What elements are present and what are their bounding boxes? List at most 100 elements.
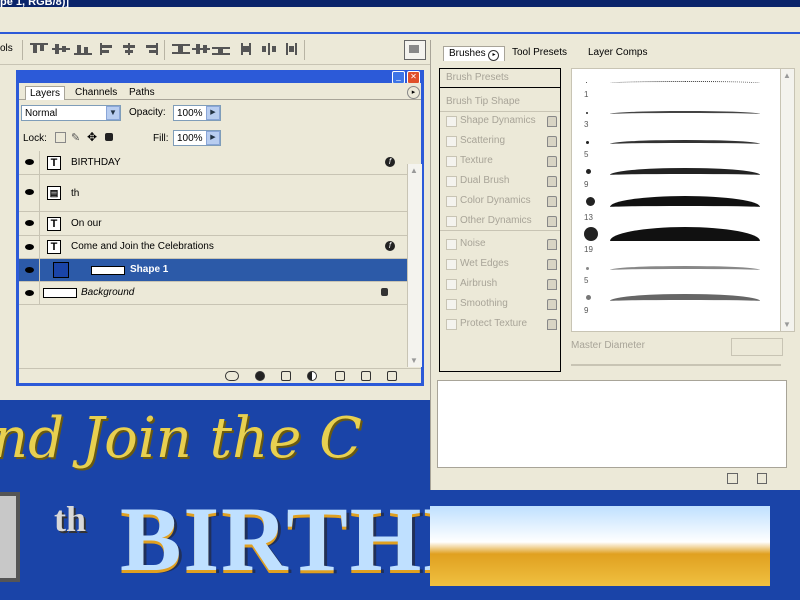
brush-preset[interactable]: 1: [572, 73, 780, 99]
layer-effects-icon[interactable]: f: [385, 157, 395, 167]
brush-preset[interactable]: 5: [572, 259, 780, 285]
layer-row-background[interactable]: Background: [19, 282, 407, 305]
lock-icon[interactable]: [547, 259, 557, 270]
new-brush-icon[interactable]: [727, 473, 738, 484]
layer-row-shape-1[interactable]: Shape 1: [19, 259, 407, 282]
align-top-icon[interactable]: [30, 43, 48, 55]
visibility-eye-icon[interactable]: [21, 151, 40, 174]
lock-all-icon[interactable]: [105, 133, 113, 141]
layer-row-birthday[interactable]: T BIRTHDAY f: [19, 151, 407, 175]
distribute-vcenter-icon[interactable]: [192, 43, 210, 55]
chevron-down-icon[interactable]: ▼: [106, 106, 120, 120]
other-dynamics-item[interactable]: Other Dynamics: [440, 212, 560, 231]
scroll-down-icon[interactable]: ▼: [783, 320, 791, 329]
brush-presets-item[interactable]: Brush Presets: [440, 69, 560, 88]
checkbox[interactable]: [446, 279, 457, 290]
brush-preset[interactable]: 9: [572, 163, 780, 189]
brush-preset[interactable]: 9: [572, 289, 780, 315]
tab-layers[interactable]: Layers: [25, 86, 66, 100]
lock-icon[interactable]: [547, 116, 557, 127]
noise-item[interactable]: Noise: [440, 235, 560, 253]
master-diameter-slider[interactable]: [571, 364, 781, 366]
layer-row-th[interactable]: ▤ th: [19, 175, 407, 212]
chevron-right-icon[interactable]: ▶: [206, 106, 220, 120]
document-canvas-right[interactable]: [430, 490, 800, 600]
checkbox[interactable]: [446, 196, 457, 207]
color-dynamics-item[interactable]: Color Dynamics: [440, 192, 560, 210]
smoothing-item[interactable]: Smoothing: [440, 295, 560, 313]
dual-brush-item[interactable]: Dual Brush: [440, 172, 560, 190]
tab-brushes[interactable]: Brushes ▸: [443, 46, 506, 61]
new-layer-icon[interactable]: [361, 371, 371, 381]
checkbox[interactable]: [446, 176, 457, 187]
layer-row-come-and-join[interactable]: T Come and Join the Celebrations f: [19, 236, 407, 259]
lock-icon[interactable]: [547, 216, 557, 227]
wet-edges-item[interactable]: Wet Edges: [440, 255, 560, 273]
scroll-down-icon[interactable]: ▼: [410, 356, 418, 365]
checkbox[interactable]: [446, 156, 457, 167]
panel-menu-icon[interactable]: ▸: [407, 86, 420, 99]
texture-item[interactable]: Texture: [440, 152, 560, 170]
brush-preset[interactable]: 5: [572, 133, 780, 159]
distribute-left-icon[interactable]: [240, 43, 258, 55]
checkbox[interactable]: [446, 239, 457, 250]
scroll-up-icon[interactable]: ▲: [783, 71, 791, 80]
brush-preset-grid[interactable]: 1 3 5 9 13 19 5 9: [571, 68, 781, 332]
tab-tool-presets[interactable]: Tool Presets: [507, 46, 572, 60]
align-bottom-icon[interactable]: [74, 43, 92, 55]
brush-preset[interactable]: 19: [572, 225, 780, 254]
chevron-right-icon[interactable]: ▶: [206, 131, 220, 145]
distribute-right-icon[interactable]: [280, 43, 298, 55]
tab-layer-comps[interactable]: Layer Comps: [583, 46, 652, 60]
lock-icon[interactable]: [547, 156, 557, 167]
blend-mode-select[interactable]: Normal ▼: [21, 105, 121, 121]
layer-effects-icon[interactable]: f: [385, 241, 395, 251]
lock-icon[interactable]: [547, 176, 557, 187]
checkbox[interactable]: [446, 216, 457, 227]
fill-field[interactable]: 100% ▶: [173, 130, 221, 146]
distribute-hcenter-icon[interactable]: [260, 43, 278, 55]
scattering-item[interactable]: Scattering: [440, 132, 560, 150]
checkbox[interactable]: [446, 136, 457, 147]
protect-texture-item[interactable]: Protect Texture: [440, 315, 560, 333]
airbrush-item[interactable]: Airbrush: [440, 275, 560, 293]
add-style-icon[interactable]: [255, 371, 265, 381]
align-hcenter-icon[interactable]: [120, 43, 138, 55]
checkbox[interactable]: [446, 319, 457, 330]
palette-well-icon[interactable]: [404, 40, 426, 60]
lock-icon[interactable]: [547, 136, 557, 147]
add-mask-icon[interactable]: [281, 371, 291, 381]
lock-pixels-icon[interactable]: ✎: [71, 131, 80, 144]
scroll-up-icon[interactable]: ▲: [410, 166, 418, 175]
master-diameter-field[interactable]: [731, 338, 783, 356]
lock-icon[interactable]: [547, 196, 557, 207]
adjustment-layer-icon[interactable]: [307, 371, 317, 381]
lock-icon[interactable]: [547, 239, 557, 250]
document-canvas[interactable]: nd Join the C th BIRTHDAY: [0, 400, 430, 600]
opacity-field[interactable]: 100% ▶: [173, 105, 221, 121]
shape-dynamics-item[interactable]: Shape Dynamics: [440, 112, 560, 130]
shape-fill-thumbnail[interactable]: [53, 262, 69, 278]
brush-preset[interactable]: 3: [572, 103, 780, 129]
trash-icon[interactable]: [757, 473, 767, 484]
checkbox[interactable]: [446, 116, 457, 127]
vector-mask-thumbnail[interactable]: [91, 266, 125, 275]
visibility-eye-icon[interactable]: [21, 212, 40, 235]
visibility-eye-icon[interactable]: [21, 282, 40, 304]
brush-preset[interactable]: 13: [572, 193, 780, 222]
brush-menu-icon[interactable]: ▸: [488, 50, 500, 61]
visibility-eye-icon[interactable]: [21, 259, 40, 281]
lock-icon[interactable]: [547, 299, 557, 310]
checkbox[interactable]: [446, 299, 457, 310]
lock-transparency-icon[interactable]: [55, 132, 66, 143]
lock-icon[interactable]: [547, 319, 557, 330]
brush-grid-scrollbar[interactable]: ▲ ▼: [780, 68, 795, 332]
visibility-eye-icon[interactable]: [21, 175, 40, 211]
new-group-icon[interactable]: [335, 371, 345, 381]
tab-channels[interactable]: Channels: [71, 86, 121, 99]
layers-scrollbar[interactable]: ▲ ▼: [407, 164, 422, 367]
distribute-top-icon[interactable]: [172, 43, 190, 55]
lock-position-icon[interactable]: ✥: [87, 130, 97, 144]
align-vcenter-icon[interactable]: [52, 43, 70, 55]
trash-icon[interactable]: [387, 371, 397, 381]
